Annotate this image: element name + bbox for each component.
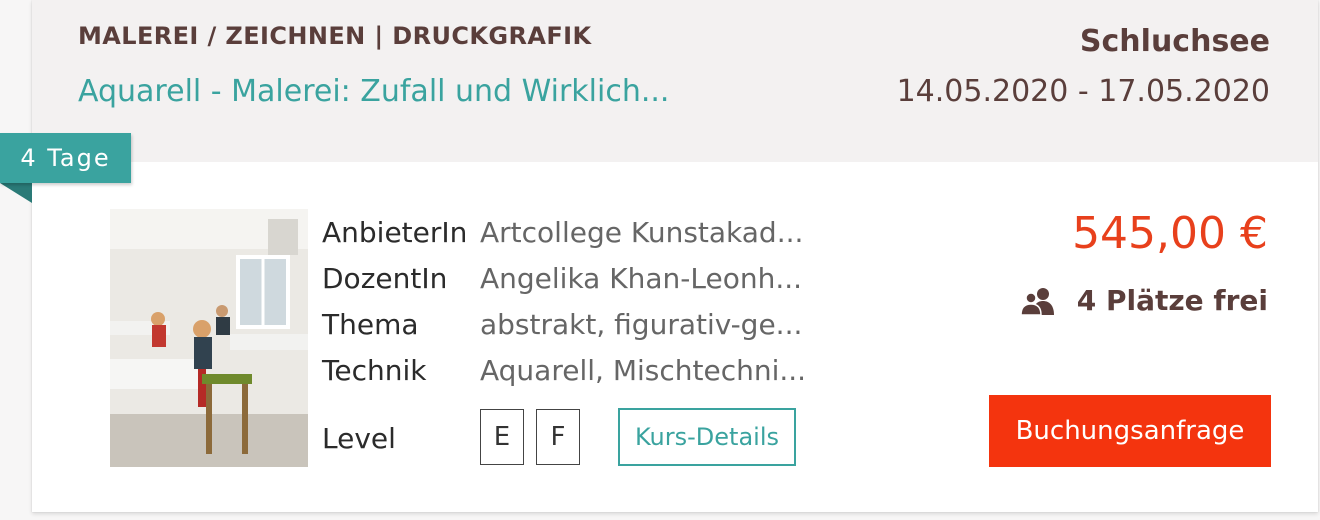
topic-value: abstrakt, figurativ-ge... (480, 308, 803, 341)
level-label: Level (322, 422, 396, 455)
teacher-label: DozentIn (322, 262, 448, 295)
booking-request-button[interactable]: Buchungsanfrage (989, 395, 1271, 467)
seats-label: 4 Plätze frei (1076, 284, 1268, 317)
course-card: MALEREI / ZEICHNEN | DRUCKGRAFIK Aquarel… (32, 0, 1318, 512)
course-location: Schluchsee (1079, 24, 1270, 59)
duration-badge-fold (0, 183, 32, 203)
teacher-value: Angelika Khan-Leonh... (480, 262, 803, 295)
level-badge-e: E (480, 409, 524, 465)
course-dates: 14.05.2020 - 17.05.2020 (896, 74, 1270, 109)
card-header: MALEREI / ZEICHNEN | DRUCKGRAFIK Aquarel… (32, 0, 1318, 162)
provider-label: AnbieterIn (322, 216, 468, 249)
people-icon (1020, 287, 1054, 315)
course-category: MALEREI / ZEICHNEN | DRUCKGRAFIK (78, 22, 592, 50)
technique-value: Aquarell, Mischtechni... (480, 354, 807, 387)
course-details-button[interactable]: Kurs-Details (618, 408, 796, 466)
course-photo-illustration (110, 209, 308, 467)
course-price: 545,00 € (1072, 208, 1268, 259)
seats-available: 4 Plätze frei (1020, 284, 1268, 317)
course-photo[interactable] (110, 209, 308, 467)
provider-value: Artcollege Kunstakad... (480, 216, 804, 249)
topic-label: Thema (322, 308, 419, 341)
course-title-link[interactable]: Aquarell - Malerei: Zufall und Wirklich.… (78, 74, 669, 109)
level-badge-f: F (536, 409, 580, 465)
duration-badge: 4 Tage (0, 133, 131, 183)
technique-label: Technik (322, 354, 427, 387)
